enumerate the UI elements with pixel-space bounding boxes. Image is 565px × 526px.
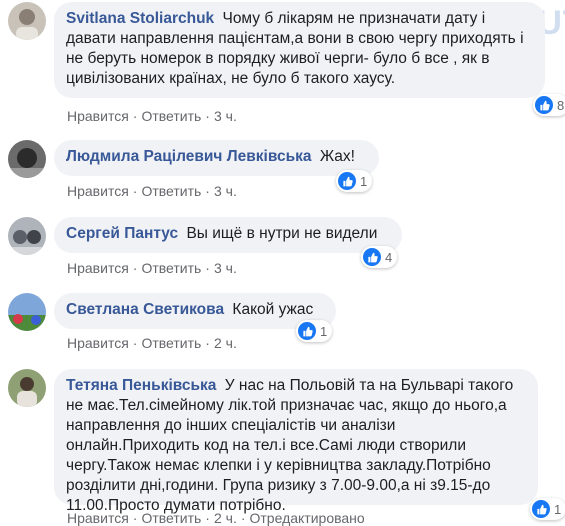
like-link[interactable]: Нравится [67, 335, 129, 351]
comment-author[interactable]: Тетяна Пеньківська [66, 377, 216, 394]
separator: · [240, 510, 246, 526]
comment-text: У нас на Польовій та на Бульварі такого … [66, 377, 514, 514]
comment-bubble: Светлана Светикова Какой ужас [54, 293, 336, 329]
comment-author[interactable]: Сергей Пантус [66, 225, 178, 242]
avatar-photo [8, 217, 46, 255]
separator: · [205, 510, 210, 526]
separator: · [205, 183, 210, 199]
separator: · [132, 108, 138, 124]
separator: · [205, 335, 210, 351]
separator: · [132, 510, 138, 526]
like-link[interactable]: Нравится [67, 108, 129, 124]
like-icon [532, 500, 550, 518]
like-icon [535, 96, 553, 114]
reaction-number: 4 [385, 249, 393, 265]
comment-actions: Нравится · Ответить · 2 ч. · Отредактировано [67, 510, 365, 526]
like-link[interactable]: Нравится [67, 260, 129, 276]
timestamp[interactable]: 3 ч. [214, 108, 237, 124]
reaction-number: 8 [557, 97, 565, 113]
like-icon [363, 248, 381, 266]
like-link[interactable]: Нравится [67, 183, 129, 199]
avatar-photo [8, 293, 46, 331]
timestamp[interactable]: 3 ч. [214, 183, 237, 199]
timestamp[interactable]: 2 ч. [214, 510, 237, 526]
avatar-photo [8, 369, 46, 407]
avatar[interactable] [8, 369, 46, 407]
separator: · [205, 260, 210, 276]
comment-bubble: Тетяна Пеньківська У нас на Польовій та … [54, 369, 538, 514]
like-icon [298, 322, 316, 340]
comment-actions: Нравится · Ответить · 2 ч. [67, 335, 237, 351]
comment-actions: Нравится · Ответить · 3 ч. [67, 108, 237, 124]
reaction-count[interactable]: 8 [533, 94, 565, 116]
like-icon [338, 172, 356, 190]
reaction-number: 1 [360, 173, 368, 189]
separator: · [132, 260, 138, 276]
avatar-photo [8, 140, 46, 178]
reply-link[interactable]: Ответить [141, 260, 201, 276]
comment-bubble: Svitlana Stoliarchuk Чому б лікарям не п… [54, 2, 545, 98]
avatar[interactable] [8, 2, 46, 40]
separator: · [205, 108, 210, 124]
avatar[interactable] [8, 140, 46, 178]
reaction-count[interactable]: 1 [336, 170, 373, 192]
comment-author[interactable]: Людмила Рацілевич Левківська [66, 148, 312, 165]
separator: · [132, 335, 138, 351]
comment-actions: Нравится · Ответить · 3 ч. [67, 260, 237, 276]
comment-actions: Нравится · Ответить · 3 ч. [67, 183, 237, 199]
reply-link[interactable]: Ответить [141, 335, 201, 351]
reaction-number: 1 [554, 501, 562, 517]
comment-text: Вы ищё в нутри не видели [186, 225, 378, 242]
comment-author[interactable]: Светлана Светикова [66, 301, 224, 318]
reaction-count[interactable]: 1 [296, 320, 333, 342]
avatar[interactable] [8, 293, 46, 331]
like-link[interactable]: Нравится [67, 510, 129, 526]
reply-link[interactable]: Ответить [141, 183, 201, 199]
reaction-count[interactable]: 4 [361, 246, 398, 268]
avatar-photo [8, 2, 46, 40]
comment-author[interactable]: Svitlana Stoliarchuk [66, 10, 214, 27]
timestamp[interactable]: 2 ч. [214, 335, 237, 351]
comment-text: Какой ужас [232, 301, 314, 318]
timestamp[interactable]: 3 ч. [214, 260, 237, 276]
edited-label[interactable]: Отредактировано [250, 510, 365, 526]
separator: · [132, 183, 138, 199]
comment-bubble: Людмила Рацілевич Левківська Жах! [54, 140, 379, 176]
reaction-count[interactable]: 1 [530, 498, 565, 520]
comment-text: Жах! [319, 148, 355, 165]
reply-link[interactable]: Ответить [141, 510, 201, 526]
comment-bubble: Сергей Пантус Вы ищё в нутри не видели [54, 217, 402, 253]
reply-link[interactable]: Ответить [141, 108, 201, 124]
reaction-number: 1 [320, 323, 328, 339]
avatar[interactable] [8, 217, 46, 255]
